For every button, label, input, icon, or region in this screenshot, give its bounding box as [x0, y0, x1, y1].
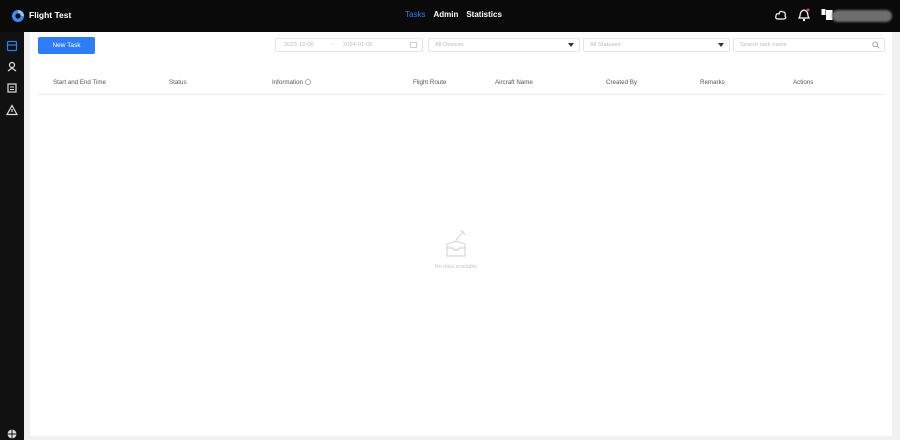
status-select-value: All Statuses	[590, 42, 621, 48]
tab-statistics[interactable]: Statistics	[466, 10, 502, 19]
sidebar-tasks-icon[interactable]	[6, 40, 18, 52]
sidebar-aircraft-icon[interactable]	[6, 60, 18, 72]
chevron-down-icon	[568, 43, 574, 47]
date-separator: ~	[331, 42, 335, 48]
empty-state-text: No data available	[434, 264, 478, 270]
column-header-status: Status	[169, 79, 187, 86]
devices-select-value: All Devices	[435, 42, 464, 48]
top-bar: Flight Test Tasks Admin Statistics	[0, 0, 900, 32]
column-header-actions: Actions	[793, 79, 814, 86]
column-header-route: Flight Route	[413, 79, 447, 86]
search-input[interactable]: Search task name	[733, 38, 885, 52]
app-logo-icon	[12, 10, 24, 22]
table-header: Start and End Time Status Information Fl…	[38, 69, 884, 95]
tab-admin[interactable]: Admin	[433, 10, 458, 19]
column-header-time: Start and End Time	[53, 79, 106, 86]
info-icon[interactable]	[304, 79, 311, 86]
status-select[interactable]: All Statuses	[583, 38, 730, 52]
cloud-service-icon[interactable]	[775, 8, 787, 22]
sidebar-warning-icon[interactable]	[6, 104, 18, 116]
chevron-down-icon	[718, 43, 724, 47]
date-end: 2024-01-05	[343, 42, 373, 48]
sidebar	[0, 32, 24, 440]
calendar-icon	[410, 42, 417, 48]
user-avatar[interactable]	[832, 10, 892, 22]
main-panel: New Task 2023-12-06 ~ 2024-01-05 All Dev…	[30, 32, 892, 436]
empty-box-icon	[446, 229, 467, 257]
column-header-aircraft: Aircraft Name	[495, 79, 533, 86]
column-header-information: Information	[272, 79, 311, 86]
devices-select[interactable]: All Devices	[428, 38, 580, 52]
column-header-created-by: Created By	[606, 79, 637, 86]
sidebar-globe-icon[interactable]	[6, 428, 18, 440]
sidebar-devices-icon[interactable]	[6, 82, 18, 94]
tab-tasks[interactable]: Tasks	[405, 10, 425, 19]
date-range-picker[interactable]: 2023-12-06 ~ 2024-01-05	[275, 38, 423, 52]
main-nav: Tasks Admin Statistics	[405, 10, 502, 19]
date-start: 2023-12-06	[284, 42, 314, 48]
search-icon[interactable]	[872, 41, 880, 49]
search-placeholder: Search task name	[740, 42, 787, 48]
new-task-button[interactable]: New Task	[38, 37, 95, 54]
column-header-information-label: Information	[272, 79, 303, 86]
bell-icon[interactable]	[798, 8, 810, 22]
empty-state: No data available	[418, 228, 494, 270]
column-header-remarks: Remarks	[700, 79, 725, 86]
app-title: Flight Test	[29, 10, 72, 20]
